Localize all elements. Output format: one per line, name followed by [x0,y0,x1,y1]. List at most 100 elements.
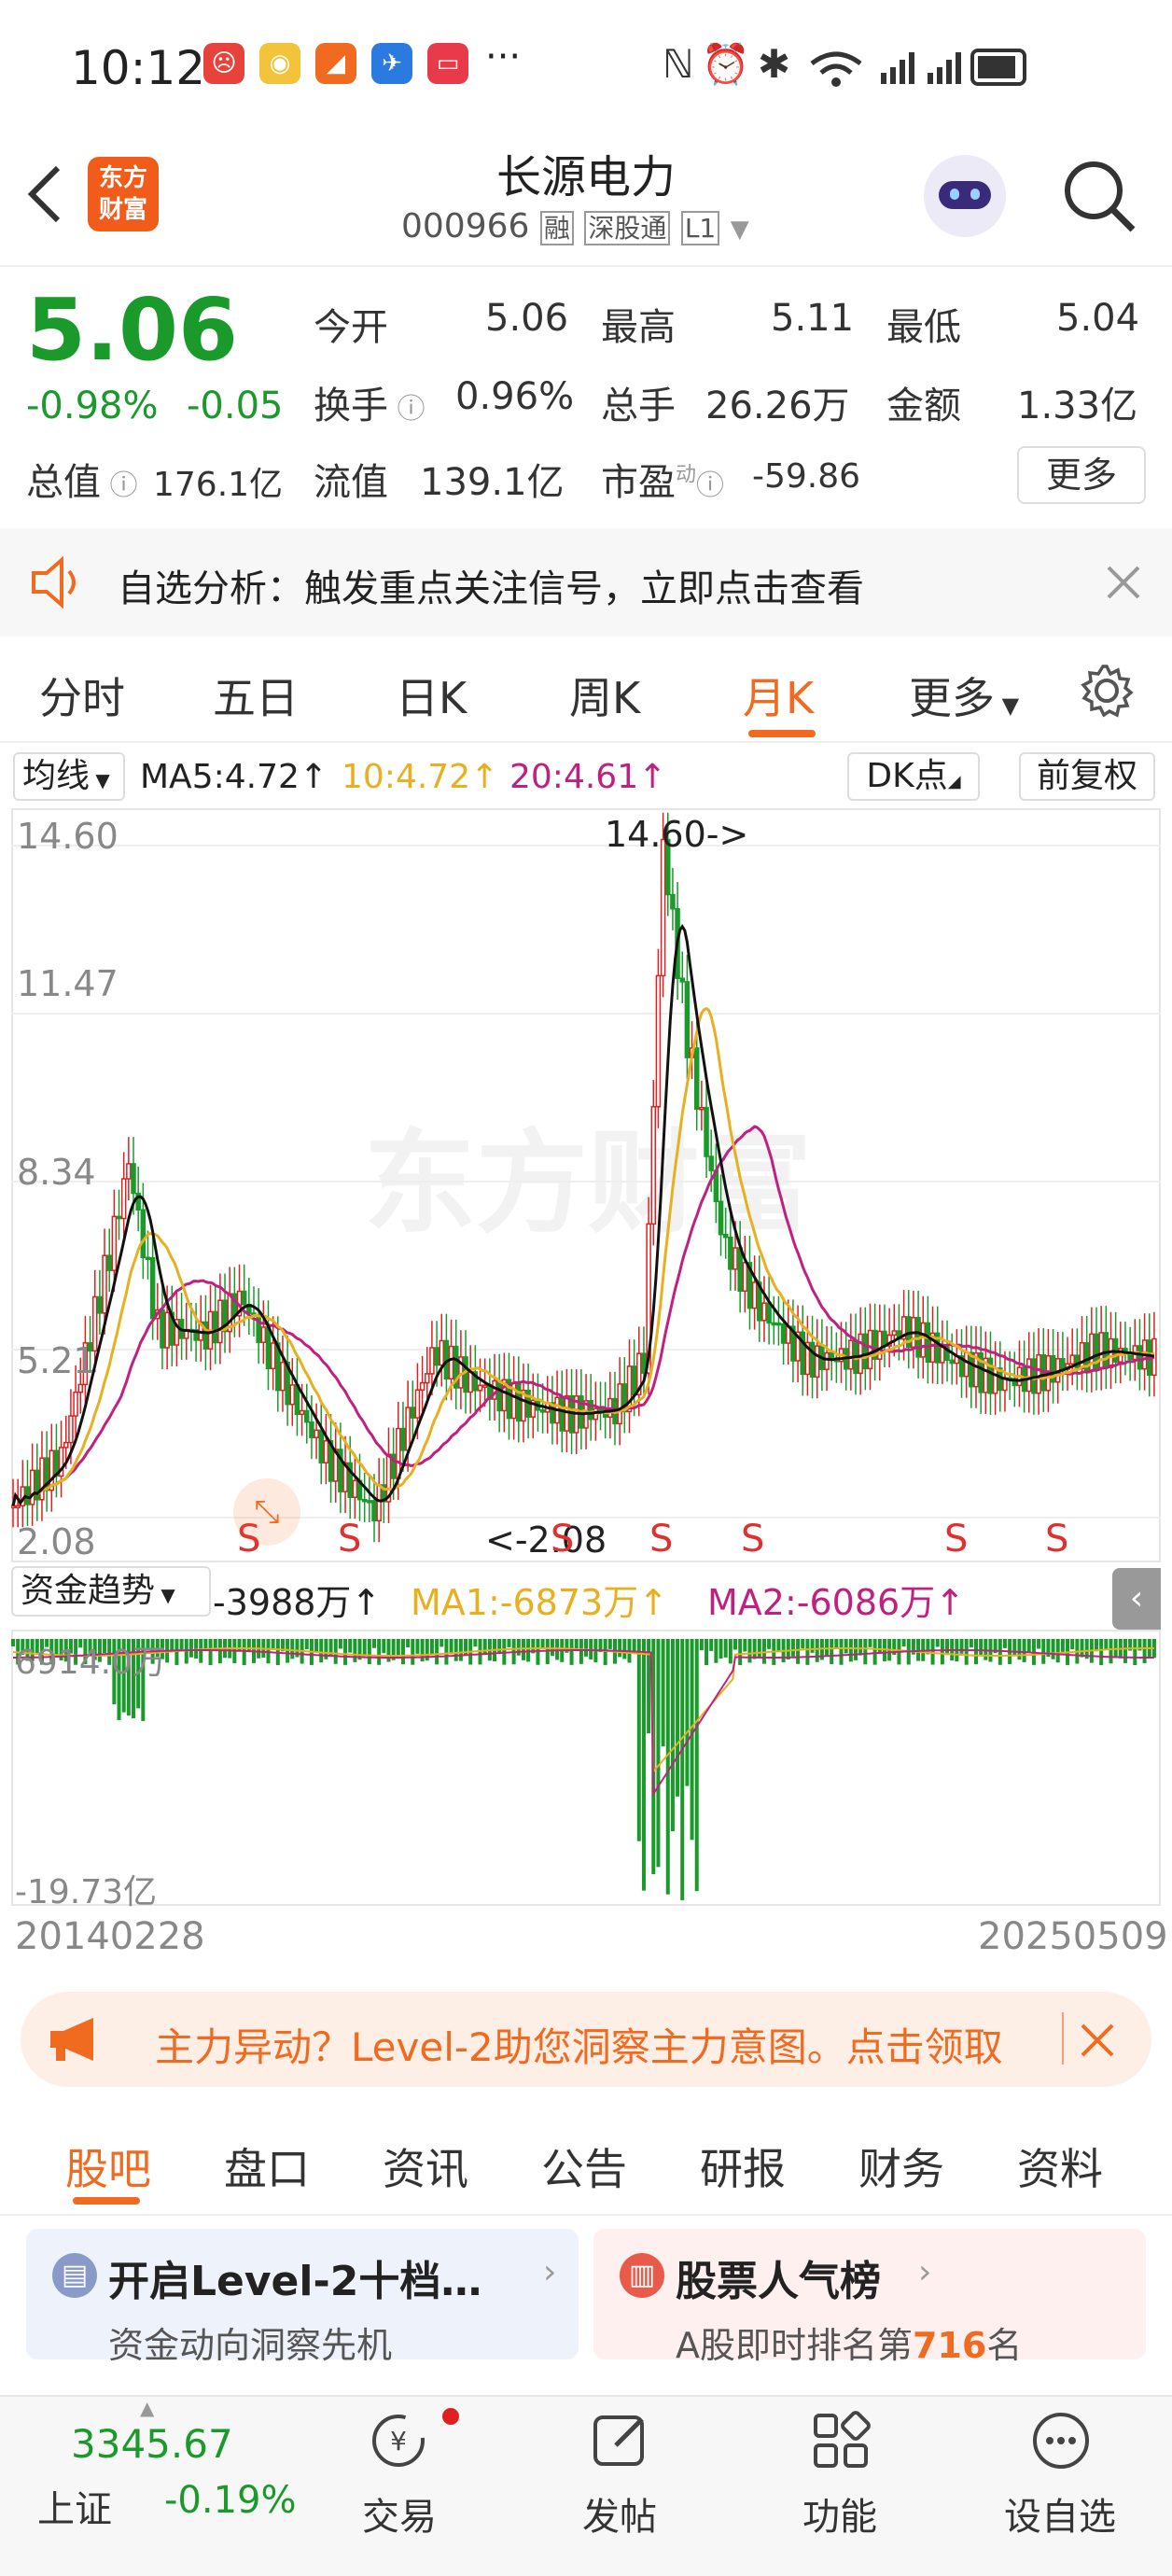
functions-grid-icon[interactable] [808,2408,873,2473]
market-cap-label[interactable]: 总值 ⓘ [26,452,138,506]
tab-news[interactable]: 资讯 [383,2135,468,2197]
robot-assistant-avatar[interactable] [924,155,1006,237]
indicator-select[interactable]: 均线 ▼ [13,752,125,801]
candle-body [1103,1332,1109,1368]
flow-bar [622,1639,627,1659]
tab-intraday[interactable]: 分时 [39,665,125,726]
post-edit-icon[interactable] [588,2408,653,2473]
candle-body [559,1396,565,1432]
tab-research[interactable]: 研报 [700,2135,786,2197]
flow-bar [738,1639,743,1665]
tab-daily-k[interactable]: 日K [396,665,467,726]
turnover-value: 0.96% [455,375,575,418]
float-cap-value: 139.1亿 [420,461,565,504]
tab-monthly-k[interactable]: 月K [743,665,814,726]
notice-text[interactable]: 自选分析：触发重点关注信号，立即点击查看 [118,558,864,612]
trade-icon[interactable]: ¥ [366,2408,431,2473]
promo-text[interactable]: 主力异动？Level-2助您洞察主力意图。点击领取 [155,2016,1051,2073]
s-marker[interactable]: S [649,1518,673,1561]
more-button[interactable]: 更多 [1017,446,1146,504]
index-value[interactable]: 3345.67 [71,2421,233,2467]
candle-body [722,1233,729,1239]
s-marker[interactable]: S [944,1518,968,1561]
tab-more[interactable]: 更多 ▼ [909,665,1019,726]
kline-svg [11,812,1161,1543]
candle-body [732,1247,738,1270]
s-marker[interactable]: S [741,1518,764,1561]
candle-body [414,1389,421,1419]
flow-bar [1080,1639,1084,1658]
flow-bar [705,1639,709,1665]
flow-bar [930,1639,935,1665]
candle-body [693,1047,700,1111]
flow-bar [521,1639,525,1660]
candle-body [963,1351,970,1378]
candle-body [120,1178,127,1220]
nav-functions[interactable]: 功能 [802,2486,877,2541]
flow-bar [1099,1639,1104,1665]
flow-bar [353,1639,357,1662]
flow-bar [636,1639,641,1841]
fund-indicator-select[interactable]: 资金趋势 ▼ [11,1566,211,1617]
news-app-icon: ◢ [315,43,356,84]
tab-pankou[interactable]: 盘口 [224,2135,310,2197]
tab-guba[interactable]: 股吧 [65,2135,151,2197]
tab-profile[interactable]: 资料 [1017,2135,1103,2197]
search-icon[interactable] [1060,157,1138,235]
s-marker[interactable]: S [551,1518,574,1561]
status-time: 10:12 [71,41,206,95]
tab-five-day[interactable]: 五日 [213,665,299,726]
collapse-panel-icon[interactable]: ‹ [1112,1568,1161,1630]
s-marker[interactable]: S [338,1518,361,1561]
candle-body [1098,1332,1104,1370]
nav-add-watchlist[interactable]: 设自选 [1004,2486,1116,2541]
promo-close-icon[interactable] [1079,2022,1116,2059]
flow-bar [641,1639,646,1891]
nav-trade[interactable]: 交易 [362,2486,437,2541]
y-tick-3: 8.34 [17,1152,96,1193]
close-icon[interactable] [1105,564,1142,601]
candle-body [679,977,685,983]
weibo-icon: ◉ [259,43,300,84]
index-expand-icon[interactable]: ▲ [140,2397,154,2419]
flow-bar [767,1639,772,1649]
index-percent[interactable]: -0.19% [164,2479,297,2522]
index-name[interactable]: 上证 [37,2479,112,2533]
turnover-label[interactable]: 换手 ⓘ [314,375,426,429]
tab-weekly-k[interactable]: 周K [569,665,640,726]
candle-body [467,1371,473,1393]
flow-bar [916,1639,921,1661]
s-marker[interactable]: S [1045,1518,1068,1561]
flow-bar [348,1639,353,1653]
add-watchlist-icon[interactable] [1028,2408,1094,2473]
candle-body [318,1429,324,1463]
candle-body [400,1427,406,1451]
candle-body [410,1407,416,1419]
adjust-price-button[interactable]: 前复权 [1019,752,1155,801]
flow-bar [714,1639,719,1663]
speaker-icon [32,555,76,609]
nav-post[interactable]: 发帖 [582,2486,657,2541]
candle-body [77,1383,83,1393]
flow-bar [786,1639,790,1659]
candle-body [655,974,662,1108]
tab-announcements[interactable]: 公告 [541,2135,627,2197]
flow-bar [676,1639,680,1797]
flow-bar [473,1639,478,1647]
min-price-label: <-2.08 [485,1519,607,1561]
dk-point-button[interactable]: DK点◢ [847,752,980,801]
flow-bar [1123,1639,1127,1663]
flow-bar [757,1639,761,1658]
candle-body [265,1326,272,1370]
flow-bar [1104,1639,1109,1650]
settings-gear-icon[interactable] [1079,663,1135,719]
candle-body [352,1479,358,1498]
low-label: 最低 [886,306,961,349]
flow-bar [834,1639,839,1648]
pe-label[interactable]: 市盈动ⓘ [601,452,724,506]
candle-body [299,1409,305,1416]
expand-chart-icon[interactable]: ⤡ [233,1478,300,1546]
tab-finance[interactable]: 财务 [858,2135,944,2197]
flow-bar [805,1639,810,1665]
current-price: 5.06 [26,280,238,380]
